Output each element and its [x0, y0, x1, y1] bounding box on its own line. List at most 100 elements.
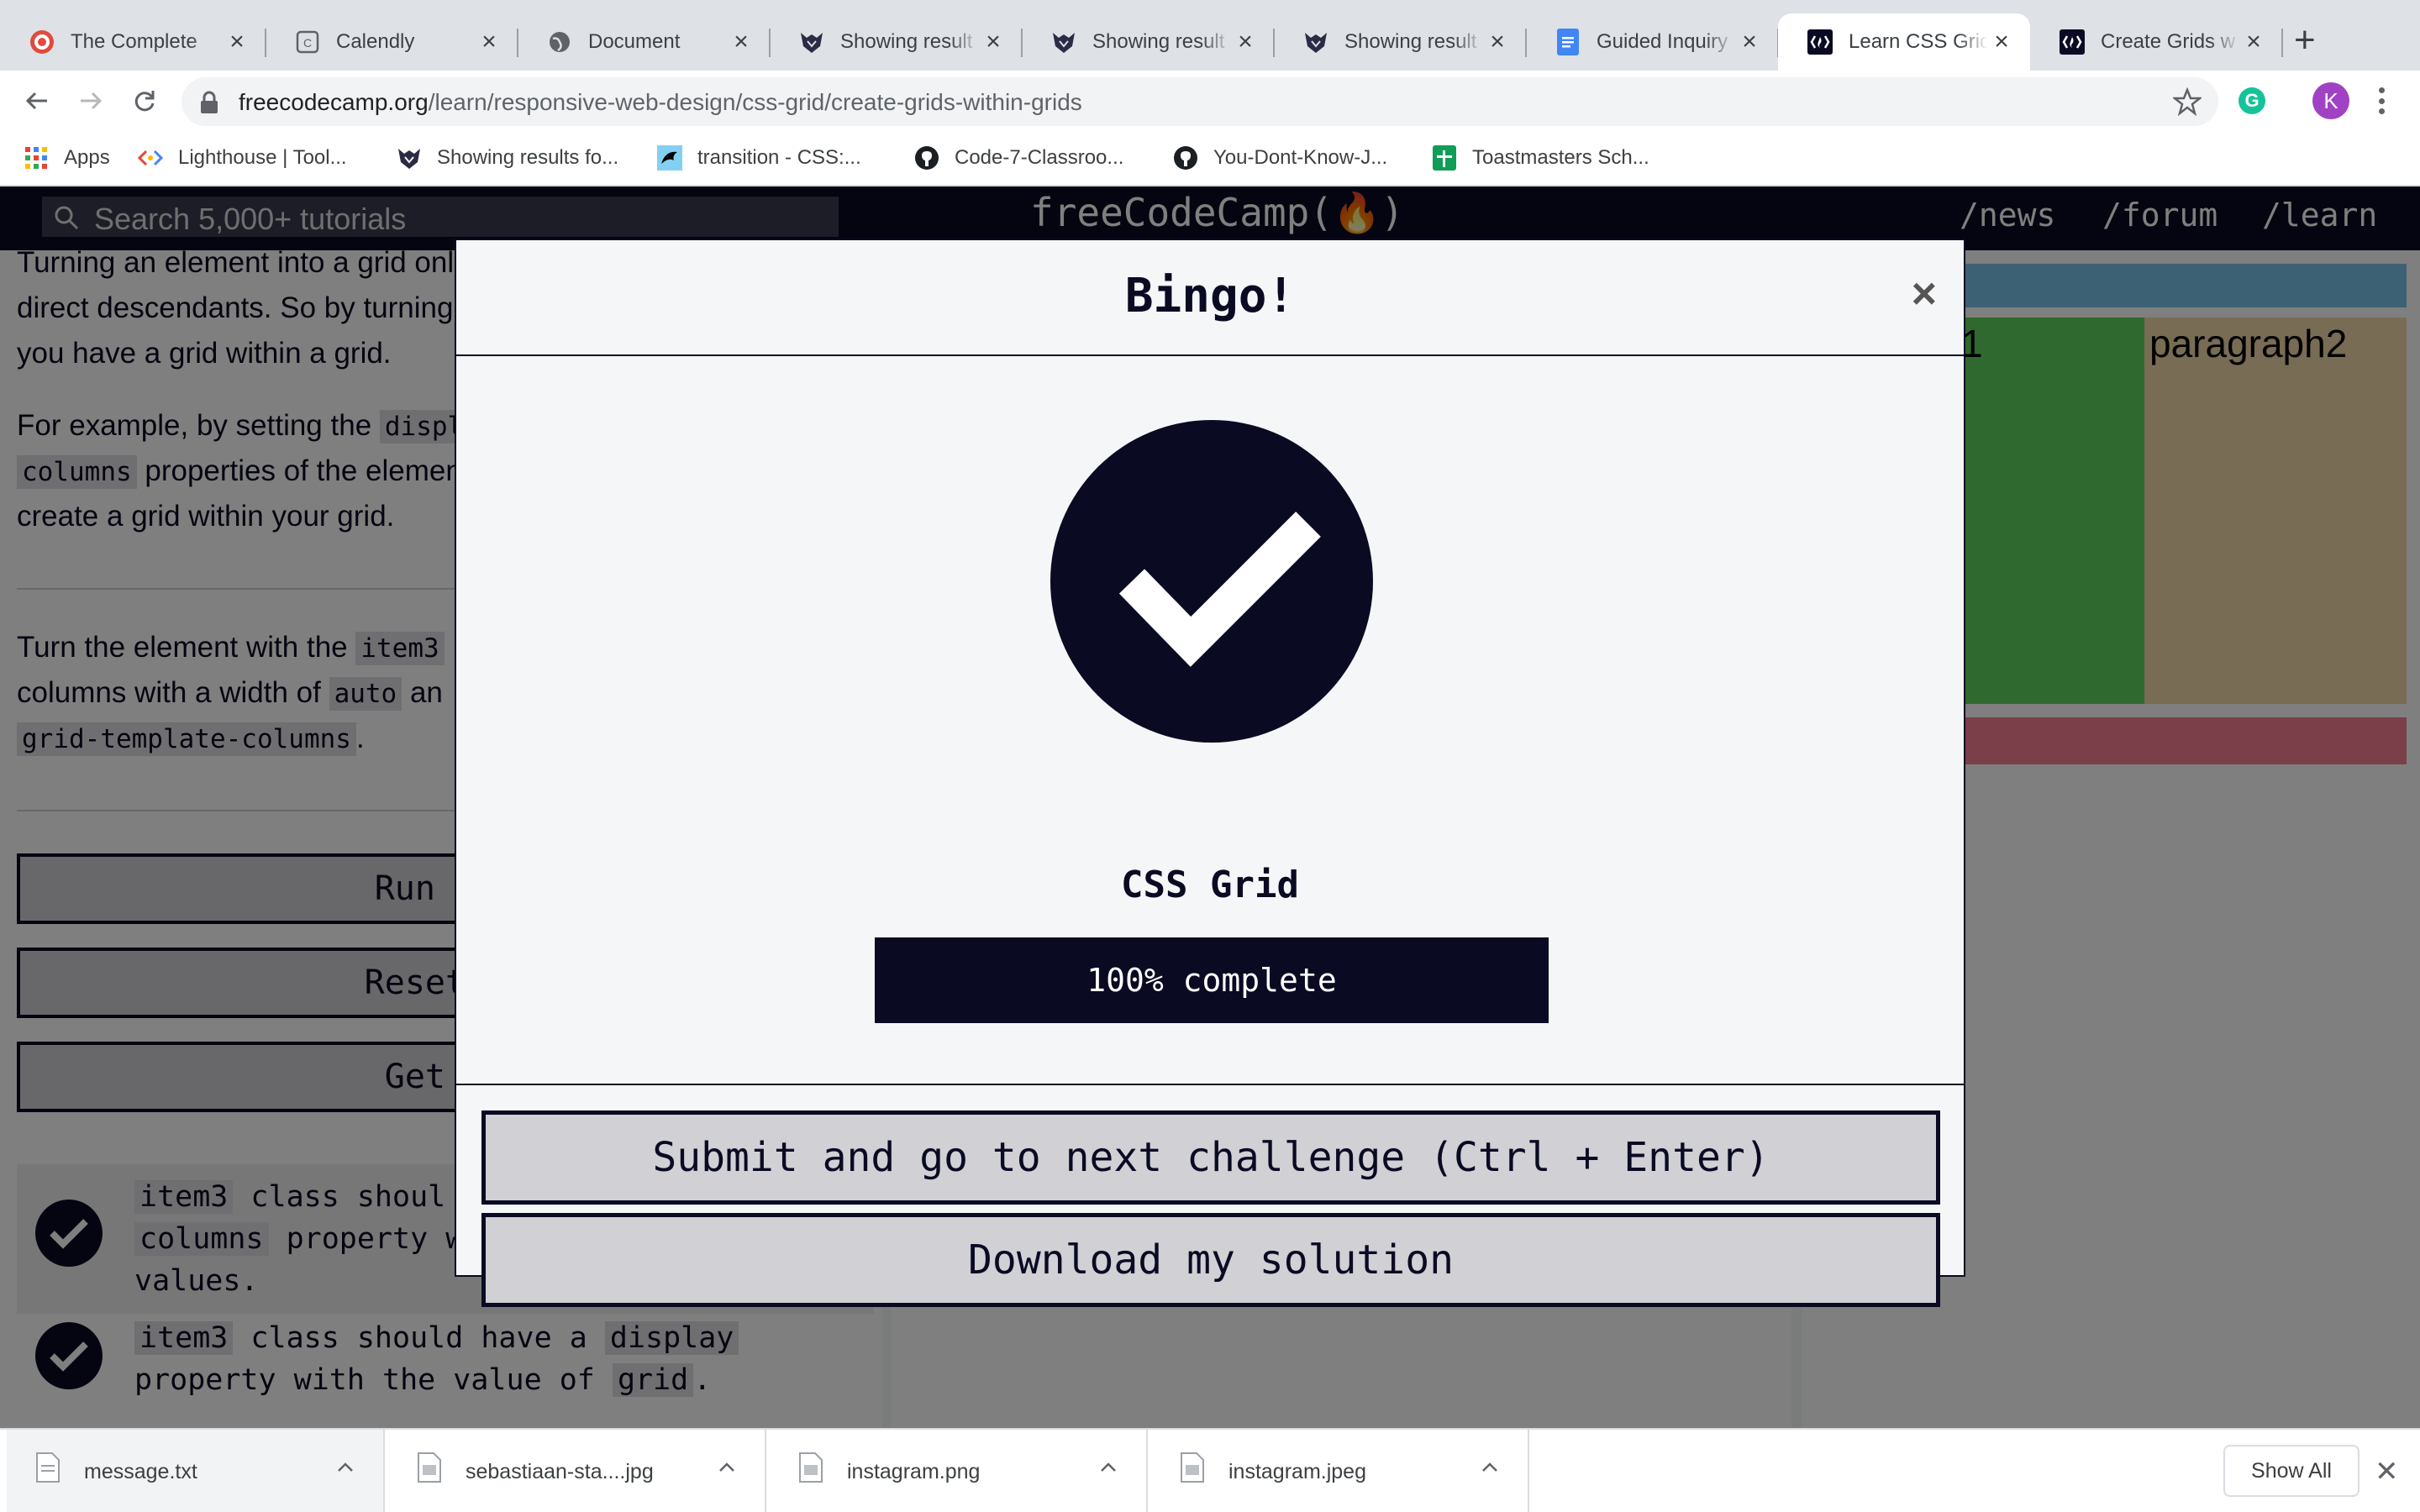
target-favicon-icon [29, 29, 55, 55]
profile-avatar[interactable]: K [2312, 82, 2349, 119]
bookmark-transition-css[interactable]: transition - CSS:... [657, 143, 861, 173]
globe-icon [546, 29, 573, 55]
freecodecamp-favicon-icon [2059, 29, 2086, 55]
chevron-up-icon[interactable] [1477, 1455, 1502, 1480]
tab-title: Document [588, 30, 681, 53]
show-all-downloads-button[interactable]: Show All [2223, 1445, 2360, 1497]
browser-tab[interactable]: Guided Inquiry × [1526, 13, 1779, 71]
grammarly-extension-icon[interactable]: G [2238, 87, 2265, 114]
bookmark-lighthouse[interactable]: Lighthouse | Tool... [138, 143, 347, 173]
bookmark-code7[interactable]: Code-7-Classroo... [914, 143, 1123, 173]
image-file-icon [1181, 1452, 1204, 1483]
download-filename: instagram.png [847, 1460, 981, 1483]
tab-close-icon[interactable]: × [1232, 28, 1259, 56]
chevron-up-icon[interactable] [1096, 1455, 1121, 1480]
download-item[interactable]: instagram.png [770, 1430, 1148, 1512]
bookmark-label: Apps [64, 146, 110, 169]
image-file-icon [418, 1452, 441, 1483]
wolf-icon [1302, 29, 1329, 55]
tab-title: Learn CSS Grid [1849, 30, 1988, 53]
success-check-icon [1050, 420, 1373, 743]
address-bar[interactable]: freecodecamp.org/learn/responsive-web-de… [182, 77, 2218, 126]
url-host: freecodecamp.org [239, 89, 429, 115]
tab-close-icon[interactable]: × [728, 28, 755, 56]
close-shelf-icon[interactable]: ✕ [2375, 1455, 2399, 1488]
downloads-shelf: message.txt sebastiaan-sta....jpg instag… [0, 1428, 2420, 1512]
progress-text: 100% complete [1086, 962, 1337, 999]
bookmark-apps[interactable]: Apps [24, 143, 110, 173]
modal-footer-divider [456, 1084, 1964, 1085]
browser-tab[interactable]: Showing result × [1022, 13, 1275, 71]
tab-title: Calendly [336, 30, 415, 53]
text-file-icon [36, 1452, 60, 1483]
github-icon [1173, 145, 1198, 171]
modal-header: Bingo! × [456, 240, 1964, 356]
tab-close-icon[interactable]: × [1484, 28, 1511, 56]
arrow-right-icon [81, 92, 103, 110]
image-file-icon [799, 1452, 823, 1483]
sheets-icon [1432, 145, 1457, 171]
bookmark-label: transition - CSS:... [697, 146, 861, 169]
browser-tab[interactable]: Document × [518, 13, 771, 71]
mdn-icon [657, 145, 682, 171]
tab-title: The Complete [71, 30, 197, 53]
url-path: /learn/responsive-web-design/css-grid/cr… [428, 89, 1082, 115]
tab-close-icon[interactable]: × [224, 28, 250, 56]
close-icon[interactable]: × [1912, 269, 1937, 319]
freecodecamp-favicon-icon [1807, 29, 1833, 55]
bookmark-label: Showing results fo... [437, 146, 619, 169]
bookmark-showing-results[interactable]: Showing results fo... [397, 143, 618, 173]
download-filename: message.txt [84, 1460, 197, 1483]
bookmark-ydkjs[interactable]: You-Dont-Know-J... [1173, 143, 1387, 173]
browser-tab[interactable]: The Complete × [0, 13, 266, 71]
new-tab-button[interactable]: + [2294, 22, 2316, 59]
svg-text:C: C [303, 36, 312, 50]
download-item[interactable]: sebastiaan-sta....jpg [388, 1430, 766, 1512]
bookmark-star-icon[interactable] [2173, 87, 2202, 116]
browser-tab[interactable]: Showing result × [770, 13, 1023, 71]
browser-tab[interactable]: Create Grids w × [2030, 13, 2283, 71]
wolf-icon [1050, 29, 1077, 55]
wolf-icon [798, 29, 825, 55]
browser-tab[interactable]: C Calendly × [266, 13, 518, 71]
bookmark-label: Toastmasters Sch... [1472, 146, 1649, 169]
progress-bar: 100% complete [875, 937, 1549, 1023]
apps-grid-icon [24, 145, 49, 171]
modal-title: Bingo! [1124, 269, 1296, 323]
browser-tab-active[interactable]: Learn CSS Grid × [1778, 13, 2030, 71]
tab-close-icon[interactable]: × [980, 28, 1007, 56]
arrow-left-icon [25, 92, 47, 110]
calendly-favicon-icon: C [294, 29, 321, 55]
tab-close-icon[interactable]: × [2240, 28, 2267, 56]
tab-title: Guided Inquiry [1597, 30, 1728, 53]
completion-modal: Bingo! × CSS Grid 100% complete Submit a… [455, 239, 1965, 1307]
tab-close-icon[interactable]: × [1736, 28, 1763, 56]
block-title: CSS Grid [1121, 864, 1299, 906]
download-item[interactable]: instagram.jpeg [1151, 1430, 1529, 1512]
back-button[interactable] [13, 71, 60, 131]
bookmark-label: Lighthouse | Tool... [178, 146, 347, 169]
download-item[interactable]: message.txt [7, 1430, 385, 1512]
reload-button[interactable] [121, 71, 168, 131]
tab-title: Showing result [1344, 30, 1477, 53]
chevron-up-icon[interactable] [714, 1455, 739, 1480]
tab-close-icon[interactable]: × [1988, 28, 2015, 56]
google-docs-icon [1555, 29, 1581, 55]
tab-close-icon[interactable]: × [476, 28, 502, 56]
tab-title: Showing result [840, 30, 973, 53]
download-solution-button[interactable]: Download my solution [481, 1213, 1940, 1307]
tab-title: Create Grids w [2101, 30, 2236, 53]
submit-next-challenge-button[interactable]: Submit and go to next challenge (Ctrl + … [481, 1110, 1940, 1205]
browser-toolbar: freecodecamp.org/learn/responsive-web-de… [0, 71, 2420, 131]
bookmark-label: Code-7-Classroo... [955, 146, 1124, 169]
browser-menu-icon[interactable] [2371, 84, 2391, 118]
download-filename: instagram.jpeg [1228, 1460, 1366, 1483]
forward-button[interactable] [67, 71, 114, 131]
bookmark-toastmasters[interactable]: Toastmasters Sch... [1432, 143, 1649, 173]
github-icon [914, 145, 939, 171]
chevron-up-icon[interactable] [333, 1455, 358, 1480]
url-text: freecodecamp.org/learn/responsive-web-de… [239, 89, 1082, 116]
browser-tab[interactable]: Showing result × [1274, 13, 1527, 71]
lighthouse-icon [138, 145, 163, 171]
wolf-icon [397, 145, 422, 171]
